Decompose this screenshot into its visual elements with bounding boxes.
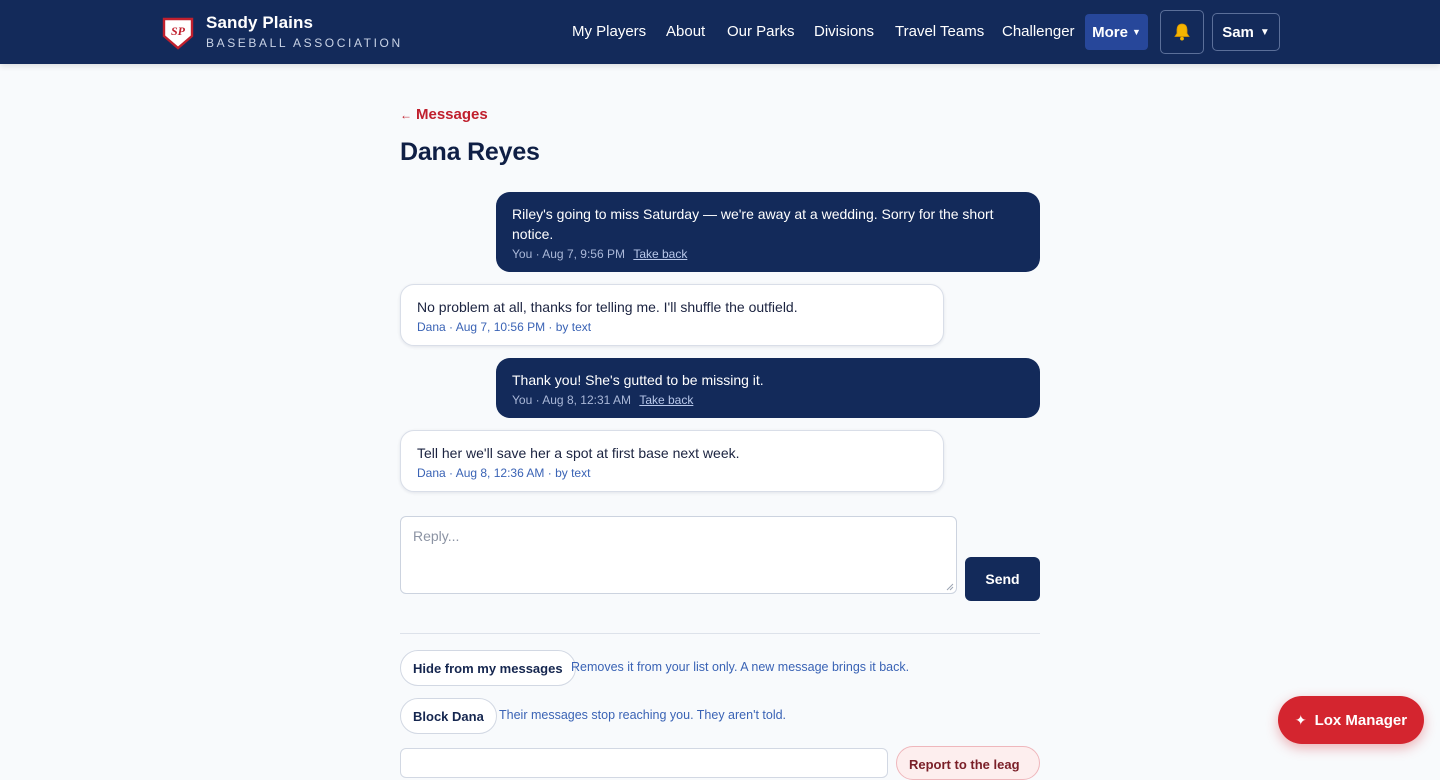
take-back-link[interactable]: Take back [639,393,693,407]
caret-down-icon: ▼ [1131,27,1141,37]
more-menu-button[interactable]: More ▼ [1085,14,1148,50]
reply-placeholder: Reply... [413,528,460,544]
reply-textarea[interactable]: Reply... [400,516,957,594]
message-meta: You · Aug 8, 12:31 AM [512,393,631,407]
hide-note: Removes it from your list only. A new me… [571,660,910,674]
brand-logo-link[interactable]: SP Sandy Plains BASEBALL ASSOCIATION [162,14,403,51]
message-text: Riley's going to miss Saturday — we're a… [512,206,994,242]
nav-challenger[interactable]: Challenger [1002,23,1075,40]
message-text: Thank you! She's gutted to be missing it… [512,372,764,388]
lox-manager-label: Lox Manager [1314,711,1408,729]
message-meta: Dana · Aug 8, 12:36 AM · by text [417,466,591,480]
caret-down-icon: ▼ [1259,26,1270,38]
message-bubble-outgoing: Riley's going to miss Saturday — we're a… [496,192,1040,272]
user-label: Sam [1222,23,1254,41]
send-button[interactable]: Send [965,557,1040,601]
sparkle-icon: ✦ [1294,711,1307,728]
lox-manager-button[interactable]: ✦ Lox Manager [1278,696,1424,744]
nav-about[interactable]: About [666,23,705,40]
nav-our-parks[interactable]: Our Parks [727,23,795,40]
brand-subtitle: BASEBALL ASSOCIATION [206,36,403,50]
report-reason-input[interactable] [400,748,888,778]
user-menu-button[interactable]: Sam ▼ [1212,13,1280,51]
block-user-button[interactable]: Block Dana [400,698,497,734]
hide-conversation-button[interactable]: Hide from my messages [400,650,576,686]
notifications-button[interactable] [1160,10,1204,54]
message-meta: Dana · Aug 7, 10:56 PM · by text [417,320,592,334]
take-back-link[interactable]: Take back [633,247,687,261]
message-text: Tell her we'll save her a spot at first … [417,445,740,461]
arrow-left-icon: ← [400,108,412,122]
brand-title: Sandy Plains [206,13,314,32]
message-text: No problem at all, thanks for telling me… [417,299,798,315]
message-bubble-incoming: Tell her we'll save her a spot at first … [400,430,944,492]
nav-travel-teams[interactable]: Travel Teams [895,23,984,40]
message-bubble-incoming: No problem at all, thanks for telling me… [400,284,944,346]
page-title: Dana Reyes [400,138,540,166]
back-label: Messages [416,106,488,123]
top-navbar: SP Sandy Plains BASEBALL ASSOCIATION My … [0,0,1440,64]
block-note: Their messages stop reaching you. They a… [499,708,787,722]
more-label: More [1092,23,1128,41]
bell-icon [1174,23,1190,41]
divider [400,633,1040,634]
nav-my-players[interactable]: My Players [572,23,646,40]
shield-logo-icon: SP [162,16,194,50]
message-bubble-outgoing: Thank you! She's gutted to be missing it… [496,358,1040,418]
back-to-messages-link[interactable]: ← Messages [400,106,488,123]
message-meta: You · Aug 7, 9:56 PM [512,247,625,261]
svg-text:SP: SP [171,24,186,38]
nav-divisions[interactable]: Divisions [814,23,874,40]
report-button[interactable]: Report to the leag [896,746,1040,780]
resize-grip-icon[interactable] [946,583,954,591]
